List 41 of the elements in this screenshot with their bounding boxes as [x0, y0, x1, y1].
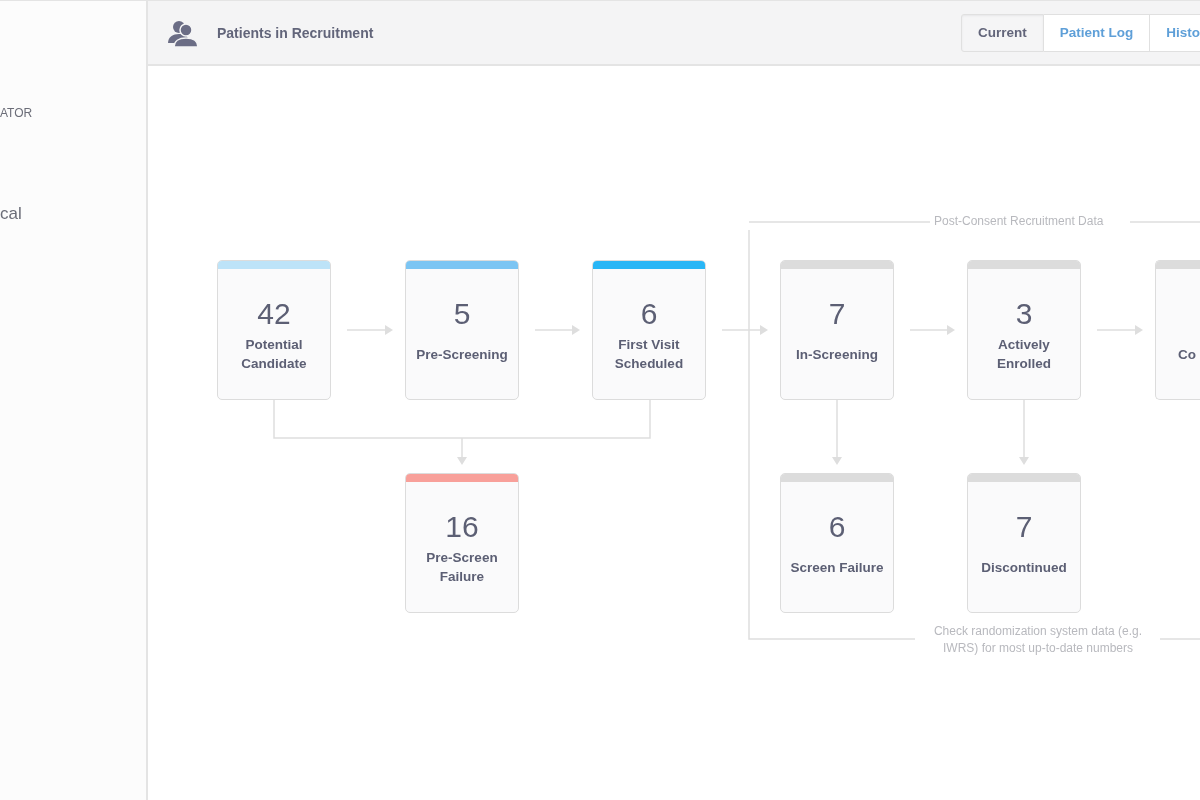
arrow [346, 325, 393, 335]
arrow [457, 437, 467, 465]
stage-count: 6 [640, 297, 658, 331]
group-title: Post-Consent Recruitment Data [934, 214, 1104, 228]
page-title: Patients in Recruitment [217, 24, 374, 41]
stage-card[interactable]: 5 Pre-Screening [405, 260, 519, 400]
stage-label: First Visit Scheduled [614, 336, 684, 373]
tab[interactable]: Current [961, 13, 1044, 52]
stage-count: 16 [445, 510, 479, 544]
stage-card[interactable]: 42 Potential Candidate [217, 260, 331, 400]
stage-label: Potential Candidate [241, 336, 307, 373]
stage-count: 6 [828, 510, 846, 544]
stage-count: 3 [1015, 297, 1033, 331]
stage-label: Actively Enrolled [997, 336, 1051, 373]
sidebar-heading: ATOR [0, 106, 33, 120]
stage-label: Pre-Screening [416, 345, 508, 364]
stage-card[interactable]: 6 Screen Failure [780, 473, 894, 613]
stage-card[interactable]: 7 In-Screening [780, 260, 894, 400]
stage-label: Co [1178, 345, 1196, 364]
stage-label: Discontinued [981, 558, 1067, 577]
stage-card[interactable]: 16 Pre-Screen Failure [405, 473, 519, 613]
stage-label: In-Screening [796, 345, 878, 364]
stage-count: 42 [257, 297, 291, 331]
stage-count: 5 [453, 297, 471, 331]
arrow [534, 325, 580, 335]
arrow [1096, 325, 1143, 335]
arrow [1019, 399, 1029, 465]
sidebar-item[interactable]: cal [0, 204, 22, 224]
arrow [721, 325, 768, 335]
stage-card[interactable]: 3 Actively Enrolled [967, 260, 1081, 400]
people-icon [168, 18, 200, 47]
stage-card[interactable]: 7 Discontinued [967, 473, 1081, 613]
stage-count: 7 [828, 297, 846, 331]
arrow [832, 399, 842, 465]
stage-card[interactable]: Co [1155, 260, 1200, 400]
stage-card[interactable]: 6 First Visit Scheduled [592, 260, 706, 400]
stage-label: Screen Failure [790, 558, 884, 577]
arrow [909, 325, 955, 335]
note-text: Check randomization system data (e.g. IWRS) for most up-to-date numbers [932, 623, 1144, 657]
stage-count: 7 [1015, 510, 1033, 544]
stage-label: Pre-Screen Failure [426, 549, 498, 586]
